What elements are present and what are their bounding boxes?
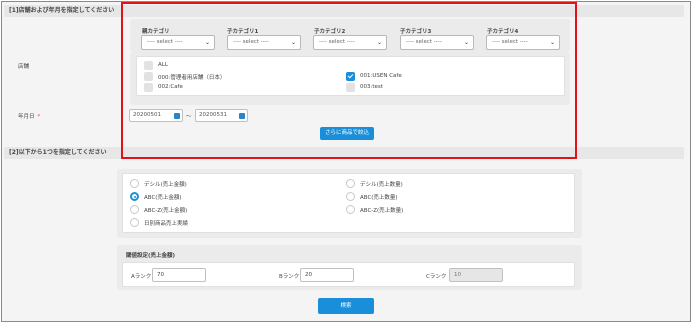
rank-b-input[interactable]: 20: [300, 268, 354, 282]
store-label-all: ALL: [158, 62, 168, 68]
select-value: ---- select ----: [492, 39, 528, 45]
section2-header: [2]以下から1つを指定してください: [4, 147, 684, 159]
chevron-down-icon: ⌄: [204, 39, 210, 46]
store-checkbox-all[interactable]: [144, 61, 153, 70]
chevron-down-icon: ⌄: [376, 39, 382, 46]
required-mark: *: [37, 114, 41, 120]
store-checkbox-000[interactable]: [144, 72, 153, 81]
child-category3-select[interactable]: ---- select ---- ⌄: [400, 35, 474, 50]
date-from-input[interactable]: 20200501: [129, 109, 183, 122]
radio-daily-sales[interactable]: [130, 218, 139, 227]
chevron-down-icon: ⌄: [463, 39, 469, 46]
category-label-child4: 子カテゴリ4: [487, 29, 519, 35]
filter-by-product-button[interactable]: さらに商品で絞込: [320, 127, 374, 140]
yearmonth-label: 年月日 *: [18, 112, 40, 120]
radio-abcz-quantity[interactable]: [346, 205, 355, 214]
rank-b-label: Bランク: [279, 274, 300, 280]
option-label-abcz-quantity: ABC-Z(売上数量): [360, 208, 404, 214]
select-value: ---- select ----: [406, 39, 442, 45]
store-label-000: 000:管理者用店舗（日本）: [158, 75, 226, 81]
search-button[interactable]: 検索: [318, 298, 374, 314]
option-label-abc-quantity: ABC(売上数量): [360, 195, 398, 201]
category-label-child3: 子カテゴリ3: [400, 29, 432, 35]
store-label: 店舗: [18, 64, 30, 70]
radio-abc-quantity[interactable]: [346, 192, 355, 201]
yearmonth-label-text: 年月日: [18, 114, 35, 120]
select-value: ---- select ----: [147, 39, 183, 45]
rank-a-input[interactable]: 70: [152, 268, 206, 282]
date-to-value: 20200531: [199, 112, 227, 118]
child-category1-select[interactable]: ---- select ---- ⌄: [227, 35, 301, 50]
date-to-input[interactable]: 20200531: [195, 109, 248, 122]
option-label-abcz-amount: ABC-Z(売上金額): [144, 208, 188, 214]
category-label-child1: 子カテゴリ1: [227, 29, 259, 35]
store-checkbox-001[interactable]: [346, 72, 355, 81]
select-value: ---- select ----: [233, 39, 269, 45]
child-category2-select[interactable]: ---- select ---- ⌄: [313, 35, 387, 50]
chevron-down-icon: ⌄: [290, 39, 296, 46]
option-label-daily-sales: 日別商品売上実績: [144, 221, 189, 227]
section1-header: [1]店舗および年月を指定してください: [4, 5, 684, 17]
store-label-001: 001:USEN Cafe: [360, 73, 402, 79]
store-checkbox-002[interactable]: [144, 83, 153, 92]
option-label-decile-quantity: デシル(売上数量): [360, 182, 403, 188]
rank-a-label: Aランク: [131, 274, 152, 280]
child-category4-select[interactable]: ---- select ---- ⌄: [486, 35, 560, 50]
date-range-separator: 〜: [186, 114, 192, 120]
category-label-parent: 親カテゴリ: [142, 29, 170, 35]
category-label-child2: 子カテゴリ2: [314, 29, 346, 35]
store-label-003: 003:test: [360, 84, 383, 90]
option-label-decile-amount: デシル(売上金額): [144, 182, 187, 188]
radio-decile-amount[interactable]: [130, 179, 139, 188]
chevron-down-icon: ⌄: [549, 39, 555, 46]
radio-abcz-amount[interactable]: [130, 205, 139, 214]
parent-category-select[interactable]: ---- select ---- ⌄: [141, 35, 215, 50]
threshold-title: 閾値設定(売上金額): [126, 253, 176, 259]
rank-c-label: Cランク: [426, 274, 447, 280]
rank-c-input: 10: [449, 268, 503, 282]
select-value: ---- select ----: [319, 39, 355, 45]
calendar-icon[interactable]: [174, 113, 180, 119]
radio-decile-quantity[interactable]: [346, 179, 355, 188]
radio-abc-amount[interactable]: [130, 192, 139, 201]
date-from-value: 20200501: [133, 112, 161, 118]
store-checkbox-003[interactable]: [346, 83, 355, 92]
store-label-002: 002:Cafe: [158, 84, 183, 90]
option-label-abc-amount: ABC(売上金額): [144, 195, 182, 201]
calendar-icon[interactable]: [239, 113, 245, 119]
